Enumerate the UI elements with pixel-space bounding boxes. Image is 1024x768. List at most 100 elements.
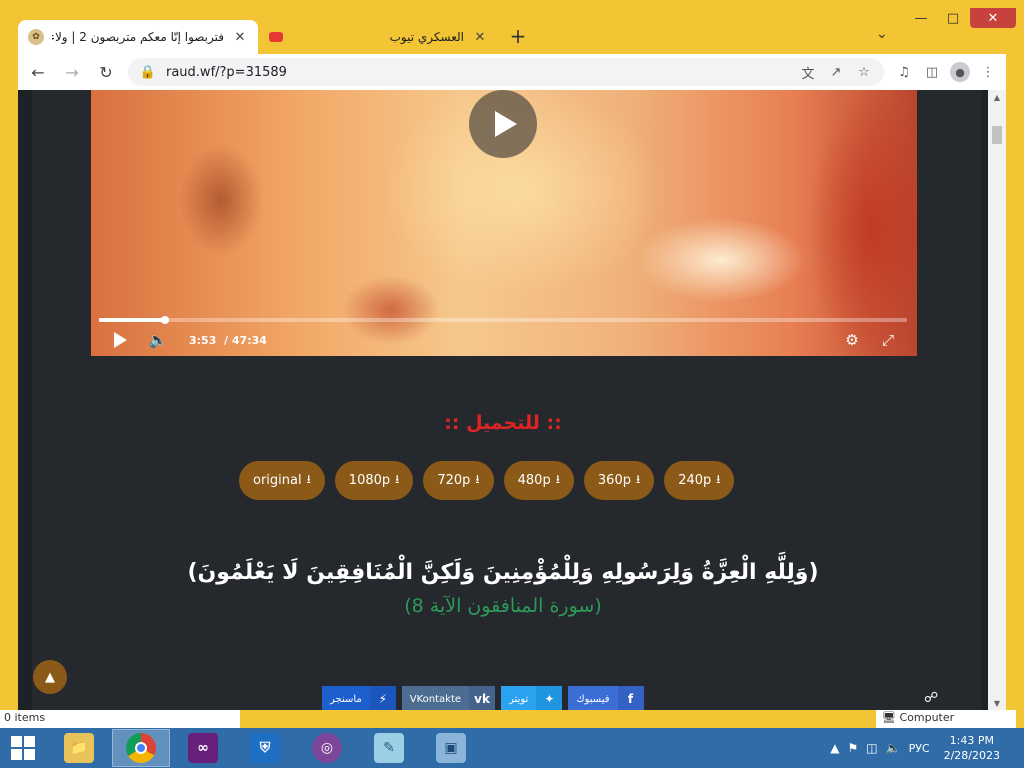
visual-studio-icon: ∞ [188,733,218,763]
windows-taskbar: 📁 ∞ ⛨ ◎ ✎ ▣ ▲ ⚑ ◫ 🔈 РУС 1:43 PM 2/28/202… [0,728,1024,768]
browser-toolbar: ← → ↻ 🔒 raud.wf/?p=31589 文 ↗ ☆ ♫ ◫ ● ⋮ [18,54,1006,90]
taskbar-explorer[interactable]: 📁 [50,729,108,767]
facebook-icon: f [617,686,644,710]
download-480p-button[interactable]: 480p ⭳ [503,461,574,500]
chevron-up-icon: ▲ [45,669,55,685]
scroll-down-arrow-icon[interactable]: ▼ [988,696,1006,710]
tab-strip: ✿ فتربصوا إنّا معكم متربصون 2 | ولاء ✕ ا… [18,18,904,54]
explorer-status-items: 0 items [0,710,240,728]
twitter-icon: ✦ [536,686,563,710]
new-tab-button[interactable]: + [504,22,532,50]
input-language[interactable]: РУС [909,742,930,755]
action-center-flag-icon[interactable]: ⚑ [848,741,859,755]
window-controls: — □ ✕ [906,8,1016,32]
video-progress-bar[interactable] [99,316,907,324]
taskbar-visual-studio[interactable]: ∞ [174,729,232,767]
progress-fill [99,318,166,322]
explorer-computer-label: 🖥 Computer [876,710,1016,728]
download-buttons: original ⭳ 1080p ⭳ 720p ⭳ 480p ⭳ 360p ⭳ 240p ⭳ [239,461,735,500]
tab-active[interactable]: ✿ فتربصوا إنّا معكم متربصون 2 | ولاء ✕ [18,20,258,54]
video-controls: 🔈 3:53 / 47:34 ⚙ ⤢ [91,328,917,352]
messenger-icon: ⚡ [369,686,396,710]
back-arrow-icon[interactable]: ← [26,60,50,84]
quran-verse: (وَلِلَّهِ الْعِزَّةُ وَلِرَسُولِهِ وَلِ… [187,560,819,585]
taskbar-defender[interactable]: ⛨ [236,729,294,767]
computer-icon: 🖥 [882,711,896,724]
page-viewport: 🔈 3:53 / 47:34 ⚙ ⤢ :: للتحميل :: origina… [18,90,988,710]
download-heading: :: للتحميل :: [444,412,562,434]
verse-reference: (سورة المنافقون الآية 8) [404,595,602,617]
share-twitter-button[interactable]: تويتر ✦ [501,686,563,710]
site-favicon-icon: ✿ [28,29,44,45]
tab-title: العسكري تيوب [389,30,464,44]
taskbar-chrome[interactable] [112,729,170,767]
download-icon: ⭳ [395,472,400,486]
reload-icon[interactable]: ↻ [94,60,118,84]
tor-icon: ◎ [312,733,342,763]
lock-icon[interactable]: 🔒 [138,62,158,82]
control-panel-icon: ▣ [436,733,466,763]
network-icon[interactable]: ◫ [866,741,877,755]
share-buttons: ماسنجر ⚡ VKontakte vk تويتر ✦ فيسبوك f [322,686,644,710]
address-bar[interactable]: 🔒 raud.wf/?p=31589 文 ↗ ☆ [128,58,884,86]
download-1080p-button[interactable]: 1080p ⭳ [334,461,414,500]
share-vk-button[interactable]: VKontakte vk [401,686,496,710]
share-messenger-button[interactable]: ماسنجر ⚡ [322,686,396,710]
fullscreen-icon[interactable]: ⤢ [877,331,899,349]
share-toggle-icon[interactable]: ☍ [924,690,938,706]
volume-icon[interactable]: 🔈 [147,331,169,349]
tab-title: فتربصوا إنّا معكم متربصون 2 | ولاء [52,30,224,44]
clock[interactable]: 1:43 PM 2/28/2023 [944,733,1000,763]
translate-icon[interactable]: 文 [798,62,818,82]
taskbar-control-panel[interactable]: ▣ [422,729,480,767]
scroll-thumb[interactable] [992,126,1002,144]
url-text[interactable]: raud.wf/?p=31589 [166,65,790,80]
side-panel-icon[interactable]: ◫ [922,62,942,82]
notepad-icon: ✎ [374,733,404,763]
vk-icon: vk [469,686,496,710]
download-720p-button[interactable]: 720p ⭳ [423,461,494,500]
folder-icon: 📁 [64,733,94,763]
scroll-to-top-button[interactable]: ▲ [33,660,67,694]
tab-search-chevron-icon[interactable]: ⌄ [876,26,888,42]
maximize-button[interactable]: □ [938,8,968,28]
scroll-up-arrow-icon[interactable]: ▲ [988,90,1006,104]
forward-arrow-icon[interactable]: → [60,60,84,84]
download-original-button[interactable]: original ⭳ [239,461,325,500]
download-240p-button[interactable]: 240p ⭳ [664,461,735,500]
chrome-icon [126,733,156,763]
profile-avatar-icon[interactable]: ● [950,62,970,82]
tray-expand-icon[interactable]: ▲ [830,741,839,755]
download-icon: ⭳ [475,472,480,486]
bookmark-star-icon[interactable]: ☆ [854,62,874,82]
share-facebook-button[interactable]: فيسبوك f [568,686,644,710]
shield-icon: ⛨ [250,733,280,763]
download-360p-button[interactable]: 360p ⭳ [583,461,655,500]
play-control-icon[interactable] [109,332,131,348]
taskbar-notepad[interactable]: ✎ [360,729,418,767]
tab-inactive[interactable]: العسكري تيوب ✕ [258,20,498,54]
download-icon: ⭳ [555,472,560,486]
start-button[interactable] [0,728,46,768]
close-tab-icon[interactable]: ✕ [472,30,488,45]
progress-handle[interactable] [161,316,170,324]
windows-logo-icon [11,736,35,760]
settings-gear-icon[interactable]: ⚙ [841,331,863,349]
system-tray: ▲ ⚑ ◫ 🔈 РУС 1:43 PM 2/28/2023 [830,733,1024,763]
video-player[interactable]: 🔈 3:53 / 47:34 ⚙ ⤢ [91,90,917,356]
download-icon: ⭳ [306,472,311,486]
video-time: 3:53 / 47:34 [189,333,267,347]
more-menu-icon[interactable]: ⋮ [978,62,998,82]
close-window-button[interactable]: ✕ [970,8,1016,28]
play-icon [495,111,517,137]
share-page-icon[interactable]: ↗ [826,62,846,82]
download-icon: ⭳ [716,472,721,486]
close-tab-icon[interactable]: ✕ [232,30,248,45]
speaker-icon[interactable]: 🔈 [886,741,901,755]
taskbar-tor[interactable]: ◎ [298,729,356,767]
minimize-button[interactable]: — [906,8,936,28]
media-control-icon[interactable]: ♫ [894,62,914,82]
page-scrollbar[interactable]: ▲ ▼ [988,90,1006,710]
big-play-button[interactable] [469,90,537,158]
download-icon: ⭳ [635,472,641,486]
